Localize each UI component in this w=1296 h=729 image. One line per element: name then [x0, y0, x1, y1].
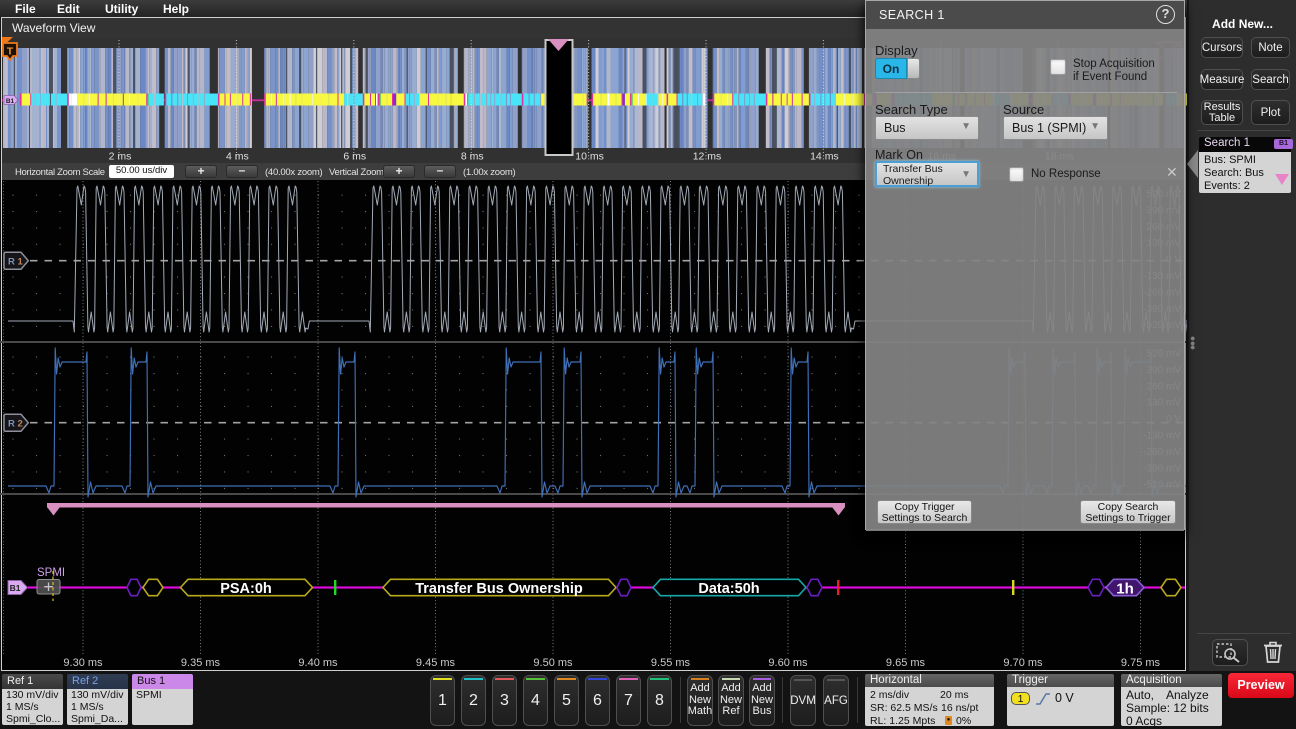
- svg-text:Data:50h: Data:50h: [698, 581, 759, 597]
- svg-text:9.60 ms: 9.60 ms: [768, 657, 808, 669]
- svg-text:B1: B1: [10, 583, 21, 593]
- svg-text:R 2: R 2: [8, 418, 23, 429]
- svg-text:9.75 ms: 9.75 ms: [1121, 657, 1161, 669]
- svg-text:14 ms: 14 ms: [810, 151, 839, 163]
- svg-text:9.30 ms: 9.30 ms: [63, 657, 103, 669]
- svg-text:R 1: R 1: [8, 256, 24, 267]
- svg-text:9.45 ms: 9.45 ms: [416, 657, 456, 669]
- svg-text:9.40 ms: 9.40 ms: [298, 657, 338, 669]
- svg-text:9.50 ms: 9.50 ms: [533, 657, 573, 669]
- svg-text:9.65 ms: 9.65 ms: [886, 657, 926, 669]
- svg-text:B1: B1: [6, 98, 15, 105]
- svg-text:10 ms: 10 ms: [575, 151, 604, 163]
- svg-text:T: T: [7, 46, 14, 58]
- svg-text:9.70 ms: 9.70 ms: [1003, 657, 1043, 669]
- svg-text:6 ms: 6 ms: [343, 151, 366, 163]
- svg-text:Transfer Bus Ownership: Transfer Bus Ownership: [415, 581, 583, 597]
- svg-text:PSA:0h: PSA:0h: [220, 581, 272, 597]
- svg-text:9.35 ms: 9.35 ms: [181, 657, 221, 669]
- svg-text:1h: 1h: [1116, 581, 1134, 598]
- svg-text:4 ms: 4 ms: [226, 151, 249, 163]
- svg-text:SPMI: SPMI: [37, 567, 65, 579]
- svg-text:8 ms: 8 ms: [461, 151, 484, 163]
- svg-text:12 ms: 12 ms: [693, 151, 722, 163]
- svg-text:2 ms: 2 ms: [109, 151, 132, 163]
- svg-text:9.55 ms: 9.55 ms: [651, 657, 691, 669]
